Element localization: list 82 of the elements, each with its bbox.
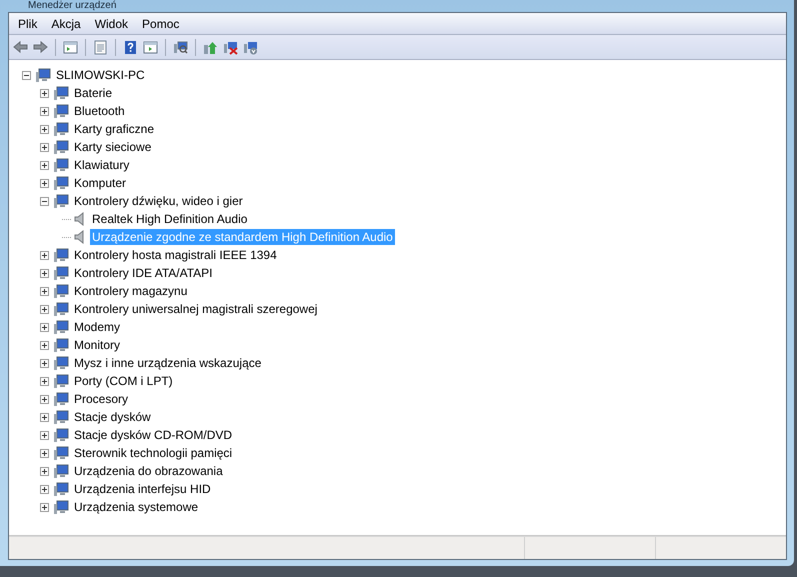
device-icon [53,265,69,281]
expand-toggle[interactable] [40,376,48,386]
device-icon [53,103,69,119]
tree-item[interactable]: Urządzenia do obrazowania [72,463,225,479]
device-icon [53,121,69,137]
tree-item[interactable]: Klawiatury [72,157,132,173]
tree-item[interactable]: Sterownik technologii pamięci [72,445,234,461]
menu-item[interactable]: Plik [11,16,44,30]
device-icon [53,355,69,371]
device-icon [53,139,69,155]
tree-item[interactable]: Baterie [72,85,114,101]
tree-item[interactable]: Karty graficzne [72,121,156,137]
expand-toggle[interactable] [40,196,48,206]
expand-toggle[interactable] [40,322,48,332]
device-icon [53,499,69,515]
forward-arrow-icon[interactable] [32,38,49,56]
expand-toggle[interactable] [40,448,48,458]
tree-item[interactable]: SLIMOWSKI-PC [54,67,147,83]
device-icon [53,481,69,497]
device-icon [53,193,69,209]
device-icon [53,247,69,263]
tree-item[interactable]: Kontrolery hosta magistrali IEEE 1394 [72,247,279,263]
device-icon [53,157,69,173]
expand-toggle[interactable] [22,70,30,80]
tree-item[interactable]: Karty sieciowe [72,139,154,155]
expand-toggle[interactable] [40,394,48,404]
expand-toggle[interactable] [40,250,48,260]
device-icon [53,319,69,335]
panel-icon[interactable] [142,38,159,56]
expand-toggle[interactable] [40,466,48,476]
properties-icon[interactable] [92,38,109,56]
device-icon [53,337,69,353]
tree-item[interactable]: Stacje dysków CD-ROM/DVD [72,427,234,443]
device-icon [53,427,69,443]
tree-item[interactable]: Urządzenia systemowe [72,499,200,515]
tree-item[interactable]: Kontrolery IDE ATA/ATAPI [72,265,214,281]
device-icon [53,175,69,191]
device-icon [53,85,69,101]
expand-toggle[interactable] [40,502,48,512]
scan-icon[interactable] [172,38,189,56]
expand-toggle[interactable] [40,268,48,278]
tree-item[interactable]: Bluetooth [72,103,127,119]
back-arrow-icon[interactable] [12,38,29,56]
expand-toggle[interactable] [40,412,48,422]
expand-toggle[interactable] [40,142,48,152]
tree-item[interactable]: Stacje dysków [72,409,153,425]
device-icon [53,283,69,299]
panel-icon[interactable] [62,38,79,56]
tree-item[interactable]: Kontrolery uniwersalnej magistrali szeregowej [72,301,320,317]
menu-item[interactable]: Akcja [44,16,88,30]
help-icon[interactable] [122,38,139,56]
tree-item[interactable]: Kontrolery dźwięku, wideo i gier [72,193,245,209]
window-title: Menedżer urządzeń [28,0,116,12]
tree-item[interactable]: Mysz i inne urządzenia wskazujące [72,355,264,371]
expand-toggle[interactable] [40,358,48,368]
tree-item[interactable]: Komputer [72,175,128,191]
device-icon [53,301,69,317]
expand-toggle[interactable] [40,88,48,98]
tree-item[interactable]: Monitory [72,337,122,353]
menu-item[interactable]: Widok [88,16,136,30]
expand-toggle[interactable] [40,484,48,494]
expand-toggle[interactable] [40,160,48,170]
expand-toggle[interactable] [40,106,48,116]
device-icon [53,391,69,407]
tree-item[interactable]: Porty (COM i LPT) [72,373,175,389]
expand-toggle[interactable] [40,304,48,314]
device-icon [53,445,69,461]
device-icon [53,409,69,425]
expand-toggle[interactable] [40,178,48,188]
expand-toggle[interactable] [40,286,48,296]
tree-item[interactable]: Realtek High Definition Audio [90,211,250,227]
device-icon [53,373,69,389]
expand-toggle[interactable] [40,124,48,134]
device-icon [53,463,69,479]
device-icon [35,67,51,83]
expand-toggle[interactable] [40,430,48,440]
expand-toggle[interactable] [40,340,48,350]
tree-item[interactable]: Kontrolery magazynu [72,283,190,299]
menu-item[interactable]: Pomoc [135,16,186,30]
tree-item[interactable]: Procesory [72,391,130,407]
tree-item[interactable]: Modemy [72,319,122,335]
tree-item[interactable]: Urządzenia interfejsu HID [72,481,213,497]
